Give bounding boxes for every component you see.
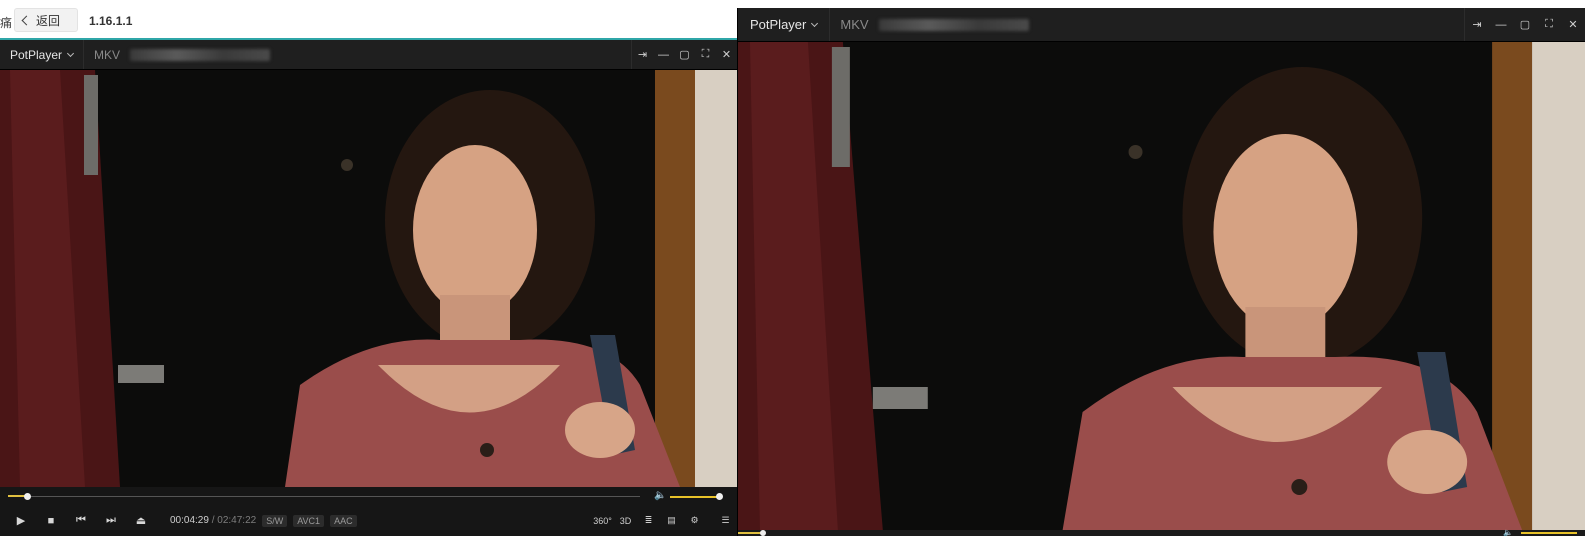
time-display: 00:04:29 / 02:47:22	[170, 515, 256, 526]
total-time: 02:47:22	[217, 515, 257, 526]
current-time: 00:04:29	[170, 515, 209, 526]
video-codec-badge[interactable]: AVC1	[293, 514, 325, 527]
back-label: 返回	[36, 13, 61, 28]
previous-icon[interactable]: ⏮	[66, 505, 96, 536]
format-label: MKV	[94, 47, 121, 62]
volume-handle[interactable]	[716, 493, 724, 500]
close-icon[interactable]: ✕	[716, 40, 737, 69]
potplayer-window-left: PotPlayer MKV ⇥ — ▢ ⛶ ✕ 🔈 ▶ ■ ⏮ ⏭ ⏏ 00:0…	[0, 40, 737, 536]
pin-icon[interactable]: ⇥	[632, 40, 653, 69]
app-name: PotPlayer	[750, 17, 807, 32]
minimize-icon[interactable]: —	[1489, 8, 1513, 41]
next-icon[interactable]: ⏭	[96, 505, 126, 536]
3d-button[interactable]: 3D	[614, 505, 637, 536]
title-bar[interactable]: PotPlayer MKV ⇥ — ▢ ⛶ ✕	[0, 40, 737, 70]
control-bar: ▶ ■ ⏮ ⏭ ⏏ 00:04:29 / 02:47:22 S/W AVC1 A…	[0, 505, 737, 536]
volume-icon[interactable]: 🔈	[654, 490, 666, 501]
seek-bar[interactable]: 🔈	[738, 528, 1585, 536]
window-controls: ⇥ — ▢ ⛶ ✕	[631, 40, 737, 69]
chevron-down-icon	[811, 19, 819, 27]
play-icon[interactable]: ▶	[6, 505, 36, 536]
clipped-label: 痛	[0, 16, 13, 30]
seek-handle[interactable]	[23, 493, 31, 500]
stop-icon[interactable]: ■	[36, 505, 66, 536]
title-bar[interactable]: PotPlayer MKV ⇥ — ▢ ⛶ ✕	[738, 8, 1585, 42]
pin-icon[interactable]: ⇥	[1465, 8, 1489, 41]
maximize-icon[interactable]: ▢	[1513, 8, 1537, 41]
fullscreen-icon[interactable]: ⛶	[695, 40, 716, 69]
seek-bar[interactable]	[8, 493, 640, 500]
time-separator: /	[211, 515, 215, 526]
eject-icon[interactable]: ⏏	[126, 505, 156, 536]
window-controls: ⇥ — ▢ ⛶ ✕	[1464, 8, 1585, 41]
vr-360-button[interactable]: 360°	[591, 505, 614, 536]
volume-icon[interactable]: 🔈	[1503, 528, 1513, 536]
volume-slider[interactable]	[670, 493, 724, 500]
potplayer-window-right: PotPlayer MKV ⇥ — ▢ ⛶ ✕ 🔈	[737, 8, 1585, 536]
chevron-down-icon	[66, 49, 75, 57]
chevron-left-icon	[21, 15, 32, 25]
menu-icon[interactable]: ☰	[714, 505, 737, 536]
desktop: 痛 返回 1.16.1.1 PotPlayer MKV ⇥ — ▢ ⛶ ✕ 🔈 …	[0, 0, 1585, 536]
renderer-badge[interactable]: S/W	[262, 514, 288, 527]
seek-bar-row: 🔈	[0, 487, 737, 505]
blurred-filename	[130, 48, 271, 61]
app-menu-button[interactable]: PotPlayer	[738, 8, 831, 41]
video-still	[738, 42, 1585, 530]
fullscreen-icon[interactable]: ⛶	[1537, 8, 1561, 41]
version-label: 1.16.1.1	[89, 14, 133, 28]
video-frame[interactable]	[738, 42, 1585, 530]
volume-slider[interactable]	[1521, 532, 1577, 534]
volume-level	[670, 496, 720, 498]
seek-handle[interactable]	[760, 530, 767, 536]
minimize-icon[interactable]: —	[653, 40, 674, 69]
maximize-icon[interactable]: ▢	[674, 40, 695, 69]
format-label: MKV	[840, 17, 869, 32]
playlist-icon[interactable]: ▤	[660, 505, 683, 536]
close-icon[interactable]: ✕	[1561, 8, 1585, 41]
subtitle-search-icon[interactable]: ≣	[637, 505, 660, 536]
app-name: PotPlayer	[10, 47, 63, 62]
browser-toolbar: 痛 返回 1.16.1.1	[0, 0, 737, 40]
audio-codec-badge[interactable]: AAC	[330, 514, 357, 527]
back-button[interactable]: 返回	[14, 8, 78, 32]
app-menu-button[interactable]: PotPlayer	[0, 40, 85, 69]
video-still	[0, 70, 737, 487]
settings-gear-icon[interactable]: ⚙	[683, 505, 706, 536]
blurred-filename	[878, 18, 1029, 31]
video-frame[interactable]	[0, 70, 737, 487]
